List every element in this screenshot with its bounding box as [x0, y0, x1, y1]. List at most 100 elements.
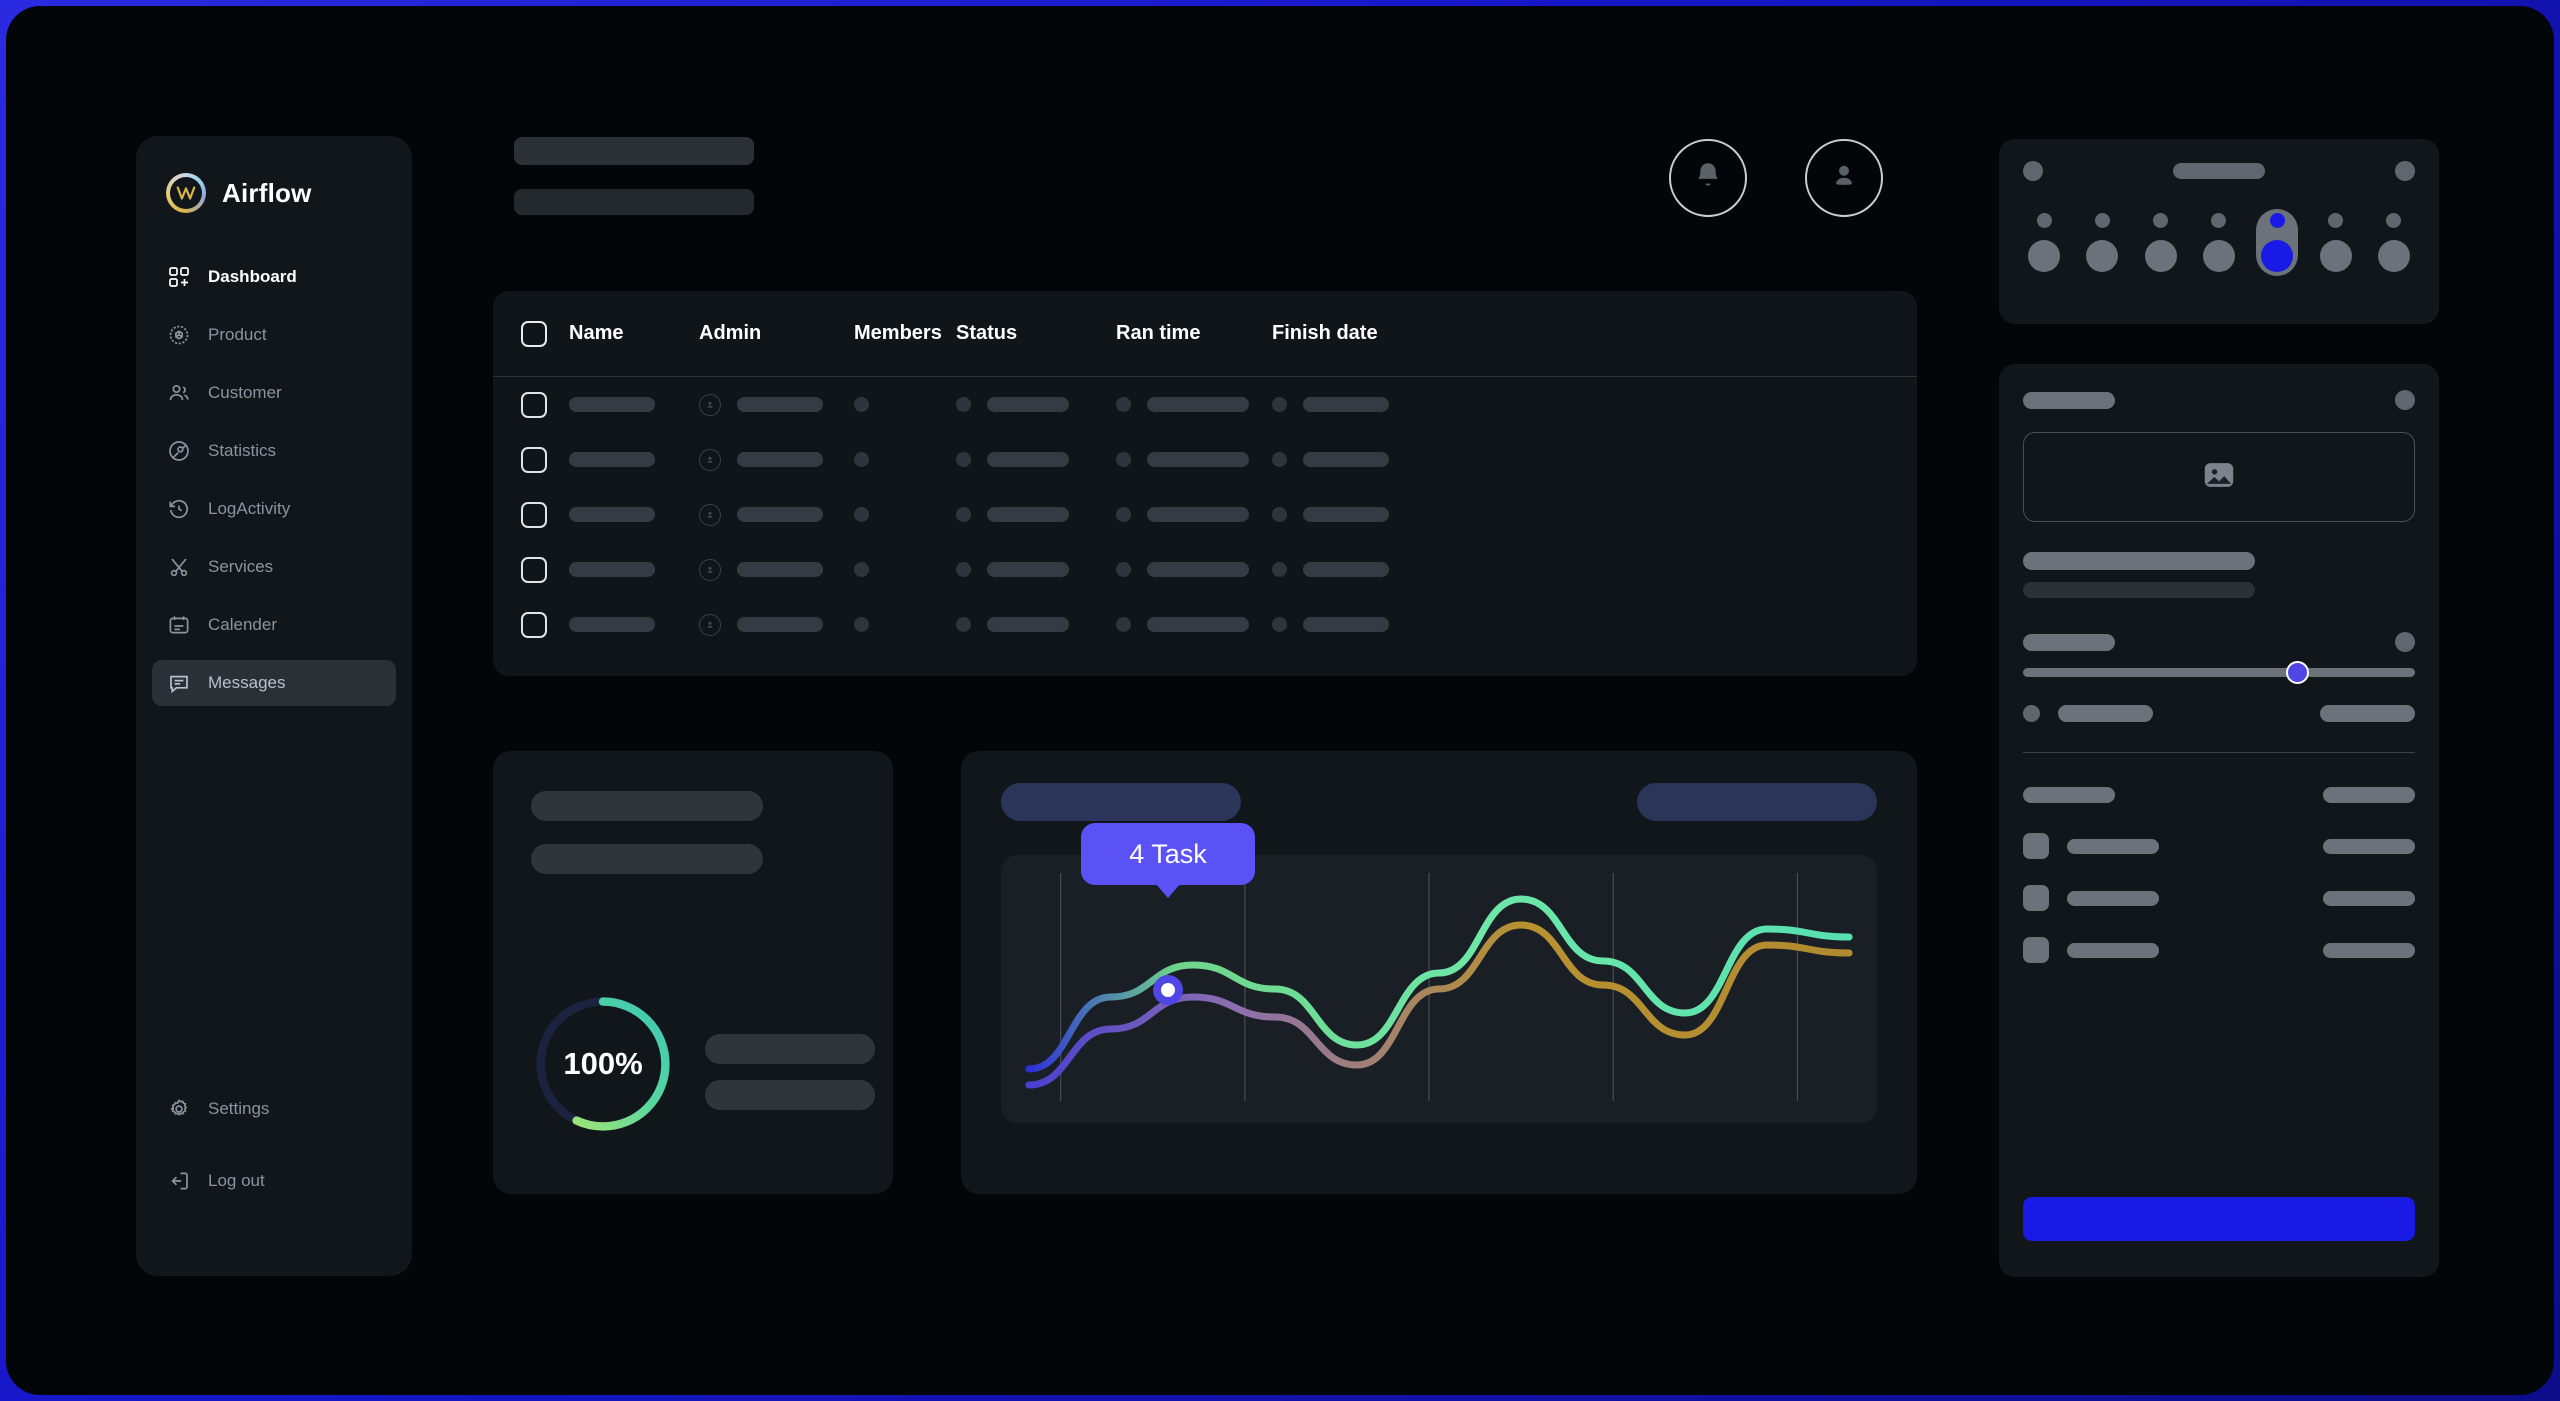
- column-header-members[interactable]: Members: [854, 322, 942, 345]
- sidebar-item-services[interactable]: Services: [152, 544, 396, 590]
- column-header-finish-date[interactable]: Finish date: [1272, 322, 1378, 345]
- slider-label-skeleton: [2023, 633, 2115, 651]
- status-value-skeleton: [2320, 705, 2415, 722]
- column-header-name[interactable]: Name: [569, 322, 623, 345]
- day-cell[interactable]: [2081, 209, 2123, 276]
- app-window: Airflow Dashboard Product Customer Stati…: [6, 6, 2554, 1395]
- section-divider: [2023, 752, 2415, 753]
- day-number-skeleton: [2261, 240, 2294, 272]
- chart-tooltip: 4 Task: [1081, 823, 1255, 885]
- line-chart-svg: [1025, 873, 1853, 1101]
- profile-button[interactable]: [1805, 139, 1883, 217]
- brand[interactable]: Airflow: [136, 170, 412, 216]
- table-row[interactable]: [493, 377, 1917, 432]
- table-row[interactable]: [493, 487, 1917, 542]
- cell-finish-date-dot: [1272, 507, 1287, 522]
- scissors-icon: [166, 554, 192, 580]
- cell-status-skeleton: [987, 507, 1069, 522]
- row-checkbox[interactable]: [521, 446, 547, 473]
- sidebar-item-dashboard[interactable]: Dashboard: [152, 254, 396, 300]
- chart-filter-pill[interactable]: [1637, 783, 1877, 821]
- day-weekday-skeleton: [2036, 213, 2052, 228]
- admin-avatar-icon: [699, 393, 721, 416]
- cell-status-skeleton: [987, 397, 1069, 412]
- list-header-right-skeleton: [2323, 787, 2415, 803]
- cell-finish-date-dot: [1272, 397, 1287, 412]
- header-subtitle-skeleton: [514, 189, 754, 215]
- notifications-button[interactable]: [1669, 139, 1747, 217]
- sidebar-item-statistics[interactable]: Statistics: [152, 428, 396, 474]
- row-checkbox[interactable]: [521, 611, 547, 638]
- chart-title-pill[interactable]: [1001, 783, 1241, 821]
- chart-card-header: [1001, 783, 1877, 821]
- details-header: [2023, 390, 2415, 410]
- primary-cta-button[interactable]: [2023, 1197, 2415, 1241]
- table-row[interactable]: [493, 432, 1917, 487]
- cell-ran-time-dot: [1116, 452, 1131, 467]
- value-slider[interactable]: [2023, 661, 2415, 684]
- column-header-ran-time[interactable]: Ran time: [1116, 322, 1200, 345]
- table-body: [493, 377, 1917, 652]
- row-checkbox[interactable]: [521, 501, 547, 528]
- cell-finish-date-dot: [1272, 617, 1287, 632]
- list-item[interactable]: [2023, 937, 2415, 963]
- section-action-button[interactable]: [2395, 390, 2415, 410]
- chart-active-point[interactable]: [1153, 975, 1183, 1005]
- sidebar-item-product[interactable]: Product: [152, 312, 396, 358]
- list-item[interactable]: [2023, 833, 2415, 859]
- cell-members-dot: [854, 397, 869, 412]
- cell-finish-date-skeleton: [1303, 452, 1389, 467]
- cell-admin-skeleton: [737, 507, 823, 522]
- slider-reset-button[interactable]: [2395, 632, 2415, 652]
- cell-admin-skeleton: [737, 562, 823, 577]
- row-checkbox[interactable]: [521, 391, 547, 418]
- text-line-skeleton: [2023, 552, 2255, 570]
- next-month-button[interactable]: [2395, 161, 2415, 181]
- sidebar-item-label: Statistics: [208, 441, 277, 460]
- day-cell[interactable]: [2315, 209, 2357, 276]
- legend-bar: [705, 1080, 875, 1110]
- list-item-thumbnail: [2023, 885, 2049, 911]
- cell-members-dot: [854, 507, 869, 522]
- list-item-label-skeleton: [2067, 838, 2159, 854]
- table-row[interactable]: [493, 542, 1917, 597]
- sidebar-item-label: Settings: [208, 1099, 270, 1118]
- column-header-admin[interactable]: Admin: [699, 322, 761, 345]
- sidebar-item-label: Customer: [208, 383, 282, 402]
- list-item-value-skeleton: [2323, 838, 2415, 854]
- cell-status-dot: [956, 397, 971, 412]
- tasks-chart-card: 4 Task: [961, 751, 1917, 1194]
- sidebar-item-customer[interactable]: Customer: [152, 370, 396, 416]
- day-cell[interactable]: [2198, 209, 2240, 276]
- table-row[interactable]: [493, 597, 1917, 652]
- jobs-table-card: Name Admin Members Status Ran time Finis…: [493, 291, 1917, 676]
- day-cell-selected[interactable]: [2256, 209, 2299, 276]
- column-header-status[interactable]: Status: [956, 322, 1017, 345]
- day-cell[interactable]: [2373, 209, 2415, 276]
- sidebar-item-logactivity[interactable]: LogActivity: [152, 486, 396, 532]
- admin-avatar-icon: [699, 503, 721, 526]
- logout-arrow-icon: [166, 1168, 192, 1194]
- row-checkbox[interactable]: [521, 556, 547, 583]
- admin-avatar-icon: [699, 558, 721, 581]
- sidebar-item-calender[interactable]: Calender: [152, 602, 396, 648]
- user-avatar-icon: [1827, 159, 1861, 198]
- sidebar-nav: Dashboard Product Customer Statistics Lo…: [136, 254, 412, 706]
- day-cell[interactable]: [2140, 209, 2182, 276]
- sidebar-item-logout[interactable]: Log out: [152, 1158, 396, 1204]
- sidebar-item-settings[interactable]: Settings: [152, 1086, 396, 1132]
- cell-ran-time-skeleton: [1147, 562, 1249, 577]
- list-item[interactable]: [2023, 885, 2415, 911]
- select-all-checkbox[interactable]: [521, 320, 547, 347]
- cell-name-skeleton: [569, 452, 655, 467]
- slider-thumb[interactable]: [2286, 661, 2310, 684]
- outer-frame: Airflow Dashboard Product Customer Stati…: [0, 0, 2560, 1401]
- cell-finish-date-skeleton: [1303, 617, 1389, 632]
- day-cell[interactable]: [2023, 209, 2065, 276]
- image-upload-placeholder[interactable]: [2023, 432, 2415, 522]
- day-number-skeleton: [2028, 240, 2060, 272]
- prev-month-button[interactable]: [2023, 161, 2043, 181]
- cell-ran-time-dot: [1116, 507, 1131, 522]
- sidebar-item-messages[interactable]: Messages: [152, 660, 396, 706]
- day-weekday-skeleton: [2269, 213, 2285, 228]
